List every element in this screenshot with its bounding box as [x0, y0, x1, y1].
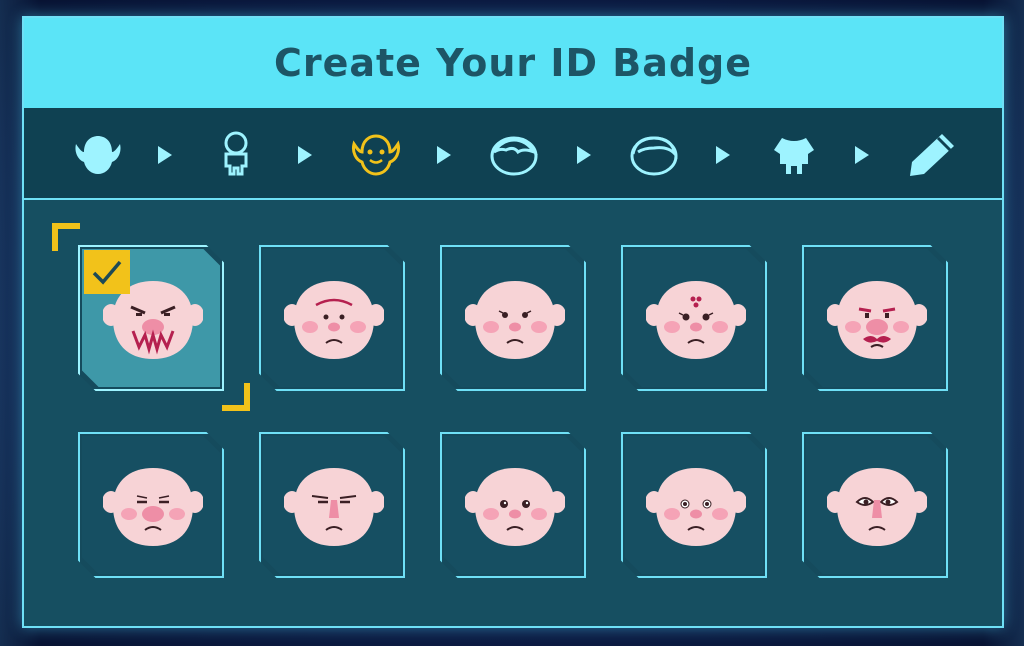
step-outfit[interactable] — [764, 130, 824, 178]
outfit-icon — [774, 138, 814, 174]
head-shape-icon — [75, 136, 121, 174]
step-body[interactable] — [206, 130, 266, 178]
face-preview-icon — [646, 275, 746, 365]
cursor-corner-bottom-right — [222, 383, 250, 411]
face-option-4[interactable] — [621, 245, 767, 391]
face-preview-icon — [827, 462, 927, 552]
step-hair-back[interactable] — [624, 130, 684, 178]
title-bar: Create Your ID Badge — [24, 18, 1002, 108]
pencil-icon — [910, 134, 954, 176]
hair-back-icon — [630, 136, 678, 176]
face-option-9[interactable] — [621, 432, 767, 578]
step-arrow-4 — [577, 146, 591, 164]
step-face[interactable] — [346, 130, 406, 178]
step-navigation — [24, 108, 1002, 200]
face-option-7[interactable] — [259, 432, 405, 578]
checkmark-icon — [92, 260, 122, 285]
selected-checkbox — [84, 250, 130, 294]
face-option-10[interactable] — [802, 432, 948, 578]
face-preview-icon — [465, 275, 565, 365]
step-arrow-5 — [716, 146, 730, 164]
face-preview-icon — [284, 462, 384, 552]
face-option-3[interactable] — [440, 245, 586, 391]
step-arrow-2 — [298, 146, 312, 164]
face-icon — [352, 134, 400, 176]
hair-front-icon — [490, 136, 538, 176]
face-option-5[interactable] — [802, 245, 948, 391]
step-arrow-1 — [158, 146, 172, 164]
step-hair-front[interactable] — [484, 130, 544, 178]
face-preview-icon — [827, 275, 927, 365]
body-outline-icon — [224, 131, 248, 176]
face-preview-icon — [465, 462, 565, 552]
step-arrow-3 — [437, 146, 451, 164]
face-option-2[interactable] — [259, 245, 405, 391]
step-name-edit[interactable] — [902, 130, 962, 178]
face-preview-icon — [646, 462, 746, 552]
page-title: Create Your ID Badge — [273, 41, 753, 85]
face-option-8[interactable] — [440, 432, 586, 578]
cursor-corner-top-left — [52, 223, 80, 251]
face-preview-icon — [284, 275, 384, 365]
face-preview-icon — [103, 462, 203, 552]
face-option-6[interactable] — [78, 432, 224, 578]
step-arrow-6 — [855, 146, 869, 164]
step-head-shape[interactable] — [68, 130, 128, 178]
